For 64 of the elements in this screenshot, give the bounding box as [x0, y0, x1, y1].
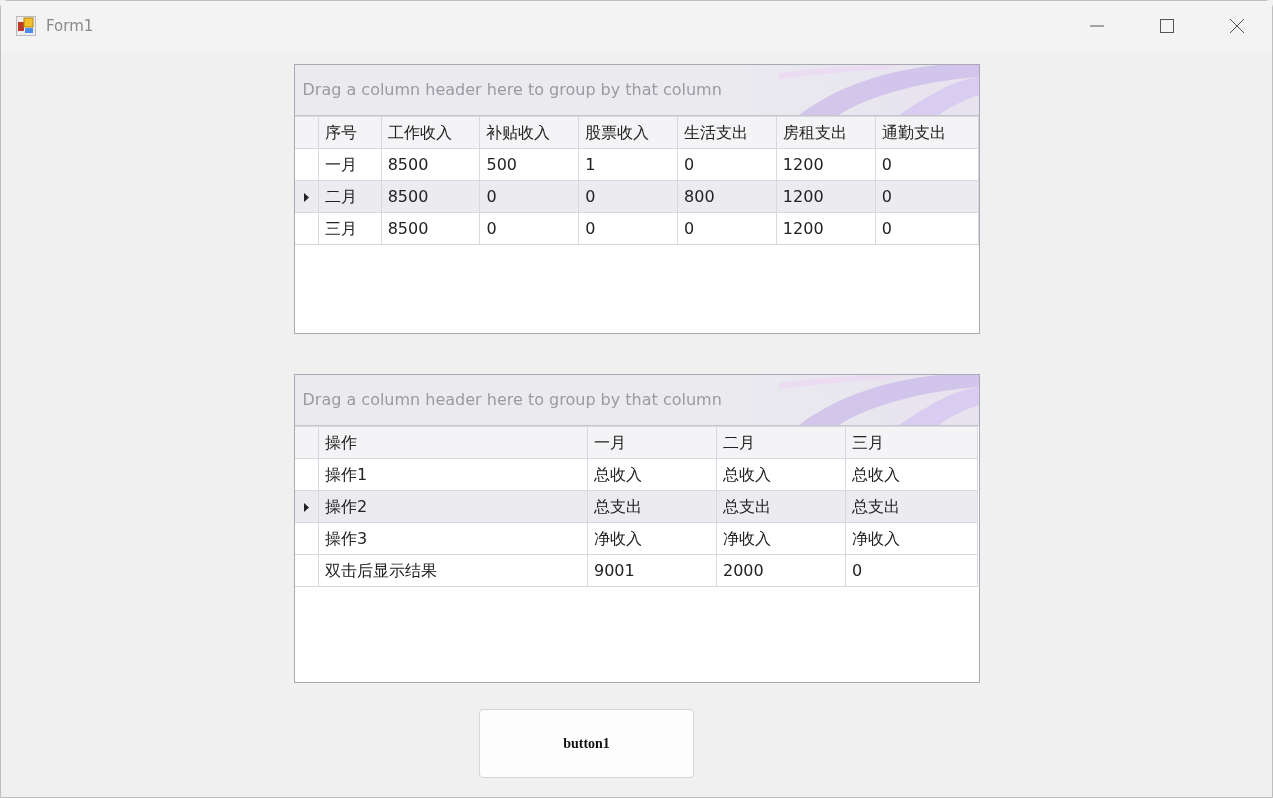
table-cell: 500 — [479, 148, 579, 181]
column-header[interactable]: 一月 — [587, 426, 717, 459]
table-cell: 操作2 — [318, 490, 588, 523]
column-header[interactable]: 通勤支出 — [875, 116, 978, 149]
table-cell: 0 — [875, 148, 978, 181]
close-icon — [1229, 18, 1245, 34]
table-cell: 8500 — [381, 148, 480, 181]
group-panel-hint: Drag a column header here to group by that column — [301, 389, 722, 411]
column-header[interactable]: 股票收入 — [578, 116, 678, 149]
row-indicator-icon — [303, 192, 309, 202]
grid-row[interactable]: 一月 8500 500 1 0 1200 0 — [294, 148, 978, 181]
table-cell: 0 — [479, 212, 579, 245]
grid-row[interactable]: 三月 8500 0 0 0 1200 0 — [294, 212, 978, 245]
table-cell: 0 — [845, 554, 978, 587]
table-cell: 总支出 — [587, 490, 717, 523]
column-header[interactable]: 二月 — [716, 426, 846, 459]
table-cell: 0 — [578, 212, 678, 245]
table-cell: 三月 — [318, 212, 382, 245]
grid-row[interactable]: 操作3 净收入 净收入 净收入 — [294, 522, 978, 555]
table-cell: 9001 — [587, 554, 717, 587]
table-cell: 8500 — [381, 180, 480, 213]
table-cell: 操作3 — [318, 522, 588, 555]
table-cell: 8500 — [381, 212, 480, 245]
table-cell: 一月 — [318, 148, 382, 181]
column-header[interactable]: 三月 — [845, 426, 978, 459]
column-header[interactable]: 生活支出 — [677, 116, 777, 149]
table-cell: 总收入 — [845, 458, 978, 491]
table-cell: 净收入 — [716, 522, 846, 555]
grid-row[interactable]: 二月 8500 0 0 800 1200 0 — [294, 180, 978, 213]
button1-button[interactable]: button1 — [479, 709, 694, 778]
grid-row[interactable]: 操作2 总支出 总支出 总支出 — [294, 490, 978, 523]
column-header[interactable]: 序号 — [318, 116, 382, 149]
maximize-icon — [1160, 19, 1174, 33]
table-cell: 操作1 — [318, 458, 588, 491]
column-header[interactable]: 工作收入 — [381, 116, 480, 149]
grid-row[interactable]: 操作1 总收入 总收入 总收入 — [294, 458, 978, 491]
table-cell: 总支出 — [845, 490, 978, 523]
table-cell: 800 — [677, 180, 777, 213]
row-indicator-icon — [303, 502, 309, 512]
table-cell: 1200 — [776, 212, 876, 245]
group-panel-hint: Drag a column header here to group by that column — [301, 79, 722, 101]
app-icon — [16, 16, 36, 36]
table-cell: 0 — [479, 180, 579, 213]
table-cell: 二月 — [318, 180, 382, 213]
table-cell: 0 — [677, 212, 777, 245]
table-cell: 净收入 — [587, 522, 717, 555]
column-header[interactable]: 补贴收入 — [479, 116, 579, 149]
table-cell: 0 — [677, 148, 777, 181]
table-cell: 2000 — [716, 554, 846, 587]
table-cell: 1200 — [776, 180, 876, 213]
table-cell: 总收入 — [587, 458, 717, 491]
window-title: Form1 — [46, 15, 94, 37]
column-header[interactable]: 操作 — [318, 426, 588, 459]
table-cell: 净收入 — [845, 522, 978, 555]
table-cell: 0 — [875, 180, 978, 213]
table-cell: 总收入 — [716, 458, 846, 491]
table-cell: 总支出 — [716, 490, 846, 523]
table-cell: 1 — [578, 148, 678, 181]
table-cell: 0 — [875, 212, 978, 245]
column-header[interactable]: 房租支出 — [776, 116, 876, 149]
table-cell: 双击后显示结果 — [318, 554, 588, 587]
grid-row[interactable]: 双击后显示结果 9001 2000 0 — [294, 554, 978, 587]
table-cell: 0 — [578, 180, 678, 213]
table-cell: 1200 — [776, 148, 876, 181]
